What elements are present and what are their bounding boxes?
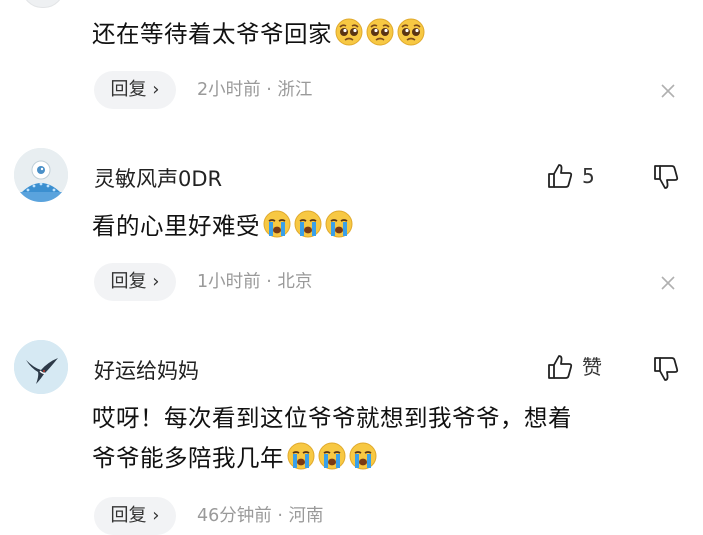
close-icon[interactable] [660,83,676,99]
comment-text-line-1: 哎呀！每次看到这位爷爷就想到我爷爷，想着 [92,404,572,432]
comment-content: 哎呀！每次看到这位爷爷就想到我爷爷，想着 爷爷能多陪我几年 [92,398,679,478]
crying-face-emoji-icon [325,210,353,238]
avatar-image [14,340,68,394]
like-count: 5 [582,164,595,188]
reply-button[interactable]: 回复 › [94,71,176,109]
username[interactable]: 灵敏风声0DR [94,163,222,193]
avatar[interactable] [14,340,68,394]
comment-meta: 2小时前 · 浙江 [197,80,313,100]
comment-meta: 46分钟前 · 河南 [197,506,324,526]
comment-text: 还在等待着太爷爷回家 [92,20,332,48]
crying-face-emoji-icon [287,442,315,470]
avatar-partial[interactable] [22,0,64,8]
like-label: 赞 [582,355,602,379]
pleading-face-emoji-icon [366,18,394,46]
comment-content: 还在等待着太爷爷回家 [92,14,679,54]
crying-face-emoji-icon [294,210,322,238]
thumbs-down-icon[interactable] [652,163,680,191]
crying-face-emoji-icon [263,210,291,238]
thumbs-down-icon[interactable] [652,355,680,383]
close-icon[interactable] [660,275,676,291]
comment-meta: 1小时前 · 北京 [197,272,313,292]
avatar[interactable] [14,148,68,202]
avatar-image [14,148,68,202]
comment-text: 看的心里好难受 [92,212,260,240]
thumbs-up-icon [548,355,573,379]
crying-face-emoji-icon [318,442,346,470]
username[interactable]: 好运给妈妈 [94,355,199,385]
crying-face-emoji-icon [349,442,377,470]
thumbs-up-icon [548,164,573,188]
pleading-face-emoji-icon [397,18,425,46]
comment-content: 看的心里好难受 [92,206,679,246]
pleading-face-emoji-icon [335,18,363,46]
reply-button[interactable]: 回复 › [94,263,176,301]
comment-text-line-2: 爷爷能多陪我几年 [92,438,679,478]
comment-text: 爷爷能多陪我几年 [92,444,284,472]
reply-button[interactable]: 回复 › [94,497,176,535]
